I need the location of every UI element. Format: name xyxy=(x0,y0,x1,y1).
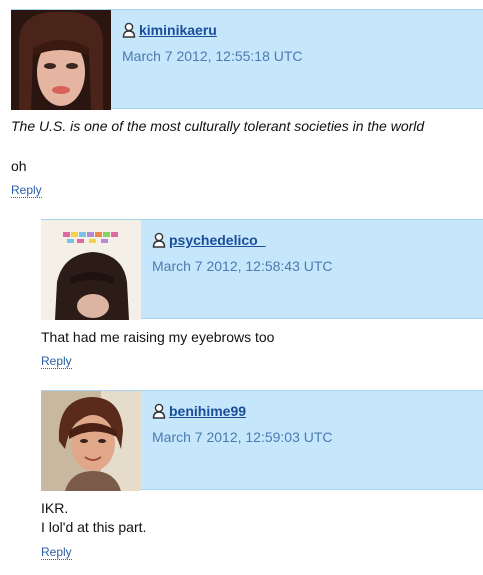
user-icon xyxy=(152,232,166,248)
avatar[interactable] xyxy=(41,391,141,491)
reply-link[interactable]: Reply xyxy=(11,183,42,198)
comment-header: kiminikaeru March 7 2012, 12:55:18 UTC xyxy=(11,9,483,110)
comment-text: The U.S. is one of the most culturally t… xyxy=(11,118,425,134)
comment-header: psychedelico_ March 7 2012, 12:58:43 UTC xyxy=(41,219,483,320)
comment-kiminikaeru: kiminikaeru March 7 2012, 12:55:18 UTC xyxy=(11,9,483,199)
comment-header: benihime99 March 7 2012, 12:59:03 UTC xyxy=(41,390,483,491)
comment-timestamp: March 7 2012, 12:58:43 UTC xyxy=(152,258,333,274)
comment-timestamp: March 7 2012, 12:59:03 UTC xyxy=(152,429,333,445)
user-line: benihime99 xyxy=(152,402,246,420)
comment-text: That had me raising my eyebrows too xyxy=(41,329,275,345)
username-link[interactable]: kiminikaeru xyxy=(139,22,217,38)
user-icon xyxy=(152,403,166,419)
avatar[interactable] xyxy=(11,10,111,110)
comment-text: IKR. xyxy=(41,500,69,516)
user-line: kiminikaeru xyxy=(122,21,217,39)
comment-text: I lol'd at this part. xyxy=(41,519,147,535)
reply-link[interactable]: Reply xyxy=(41,545,72,560)
comment-timestamp: March 7 2012, 12:55:18 UTC xyxy=(122,48,303,64)
comment-psychedelico: psychedelico_ March 7 2012, 12:58:43 UTC xyxy=(41,219,483,320)
avatar[interactable] xyxy=(41,220,141,320)
comment-benihime99: benihime99 March 7 2012, 12:59:03 UTC xyxy=(41,390,483,491)
username-link[interactable]: psychedelico_ xyxy=(169,232,266,248)
username-link[interactable]: benihime99 xyxy=(169,403,246,419)
user-icon xyxy=(122,22,136,38)
comment-text: oh xyxy=(11,158,27,174)
reply-link[interactable]: Reply xyxy=(41,354,72,369)
user-line: psychedelico_ xyxy=(152,231,266,249)
